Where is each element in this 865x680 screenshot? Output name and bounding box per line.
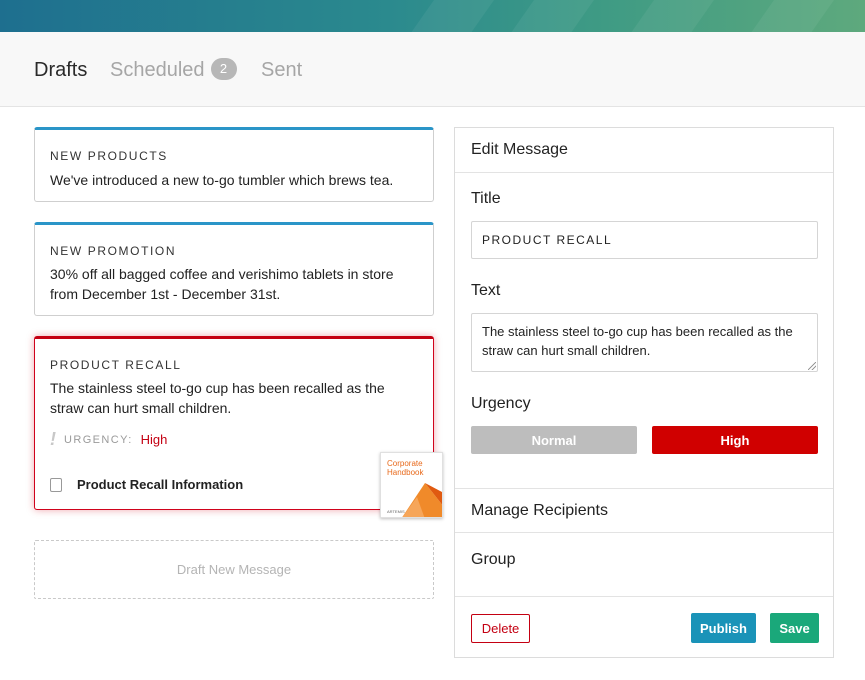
draft-card-new-products[interactable]: NEW PRODUCTS We've introduced a new to-g… [34, 127, 434, 202]
manage-recipients-section[interactable]: Manage Recipients [471, 502, 608, 520]
urgency-indicator: ! URGENCY: High [50, 429, 167, 450]
text-label: Text [471, 282, 501, 299]
draft-text: The stainless steel to-go cup has been r… [50, 380, 385, 416]
attachment-checkbox[interactable] [50, 477, 62, 492]
edit-message-panel: Edit Message Title Text The stainless st… [454, 127, 834, 658]
edit-message-header: Edit Message [471, 141, 568, 158]
urgency-value: High [140, 432, 168, 447]
attachment-row: Product Recall Information [50, 477, 243, 492]
tab-sent[interactable]: Sent [261, 58, 302, 82]
draft-new-message-button[interactable]: Draft New Message [34, 540, 434, 599]
tab-scheduled-label: Scheduled [110, 59, 205, 81]
text-area[interactable]: The stainless steel to-go cup has been r… [471, 313, 818, 372]
urgency-high-button[interactable]: High [652, 426, 818, 454]
title-input[interactable] [471, 221, 818, 259]
handbook-footer: ARTEMIS [387, 509, 405, 514]
publish-button[interactable]: Publish [691, 613, 756, 643]
corporate-handbook-thumbnail[interactable]: Corporate Handbook ARTEMIS [380, 452, 443, 518]
draft-kicker: PRODUCT RECALL [50, 358, 182, 372]
save-button[interactable]: Save [770, 613, 819, 643]
draft-kicker: NEW PROMOTION [50, 244, 177, 258]
draft-kicker: NEW PRODUCTS [50, 149, 168, 163]
divider [455, 488, 833, 489]
top-banner [0, 0, 865, 32]
tab-drafts[interactable]: Drafts [34, 58, 87, 82]
draft-card-product-recall[interactable]: PRODUCT RECALL The stainless steel to-go… [34, 336, 434, 510]
tabs-bar: Drafts Scheduled 2 Sent [0, 32, 865, 107]
draft-text: 30% off all bagged coffee and verishimo … [50, 266, 394, 302]
urgency-label: URGENCY: [64, 433, 133, 446]
resize-handle-icon[interactable] [808, 362, 816, 370]
title-label: Title [471, 190, 501, 207]
urgency-field-label: Urgency [471, 395, 531, 412]
scheduled-count-badge: 2 [210, 57, 237, 80]
divider [455, 596, 833, 597]
delete-button[interactable]: Delete [471, 614, 530, 643]
attachment-label: Product Recall Information [77, 477, 244, 492]
exclamation-icon: ! [50, 429, 56, 449]
divider [455, 172, 833, 173]
draft-text: We've introduced a new to-go tumbler whi… [50, 172, 394, 188]
urgency-normal-button[interactable]: Normal [471, 426, 637, 454]
tab-scheduled[interactable]: Scheduled 2 [110, 57, 237, 82]
group-section[interactable]: Group [471, 551, 515, 569]
draft-card-new-promotion[interactable]: NEW PROMOTION 30% off all bagged coffee … [34, 222, 434, 316]
divider [455, 532, 833, 533]
